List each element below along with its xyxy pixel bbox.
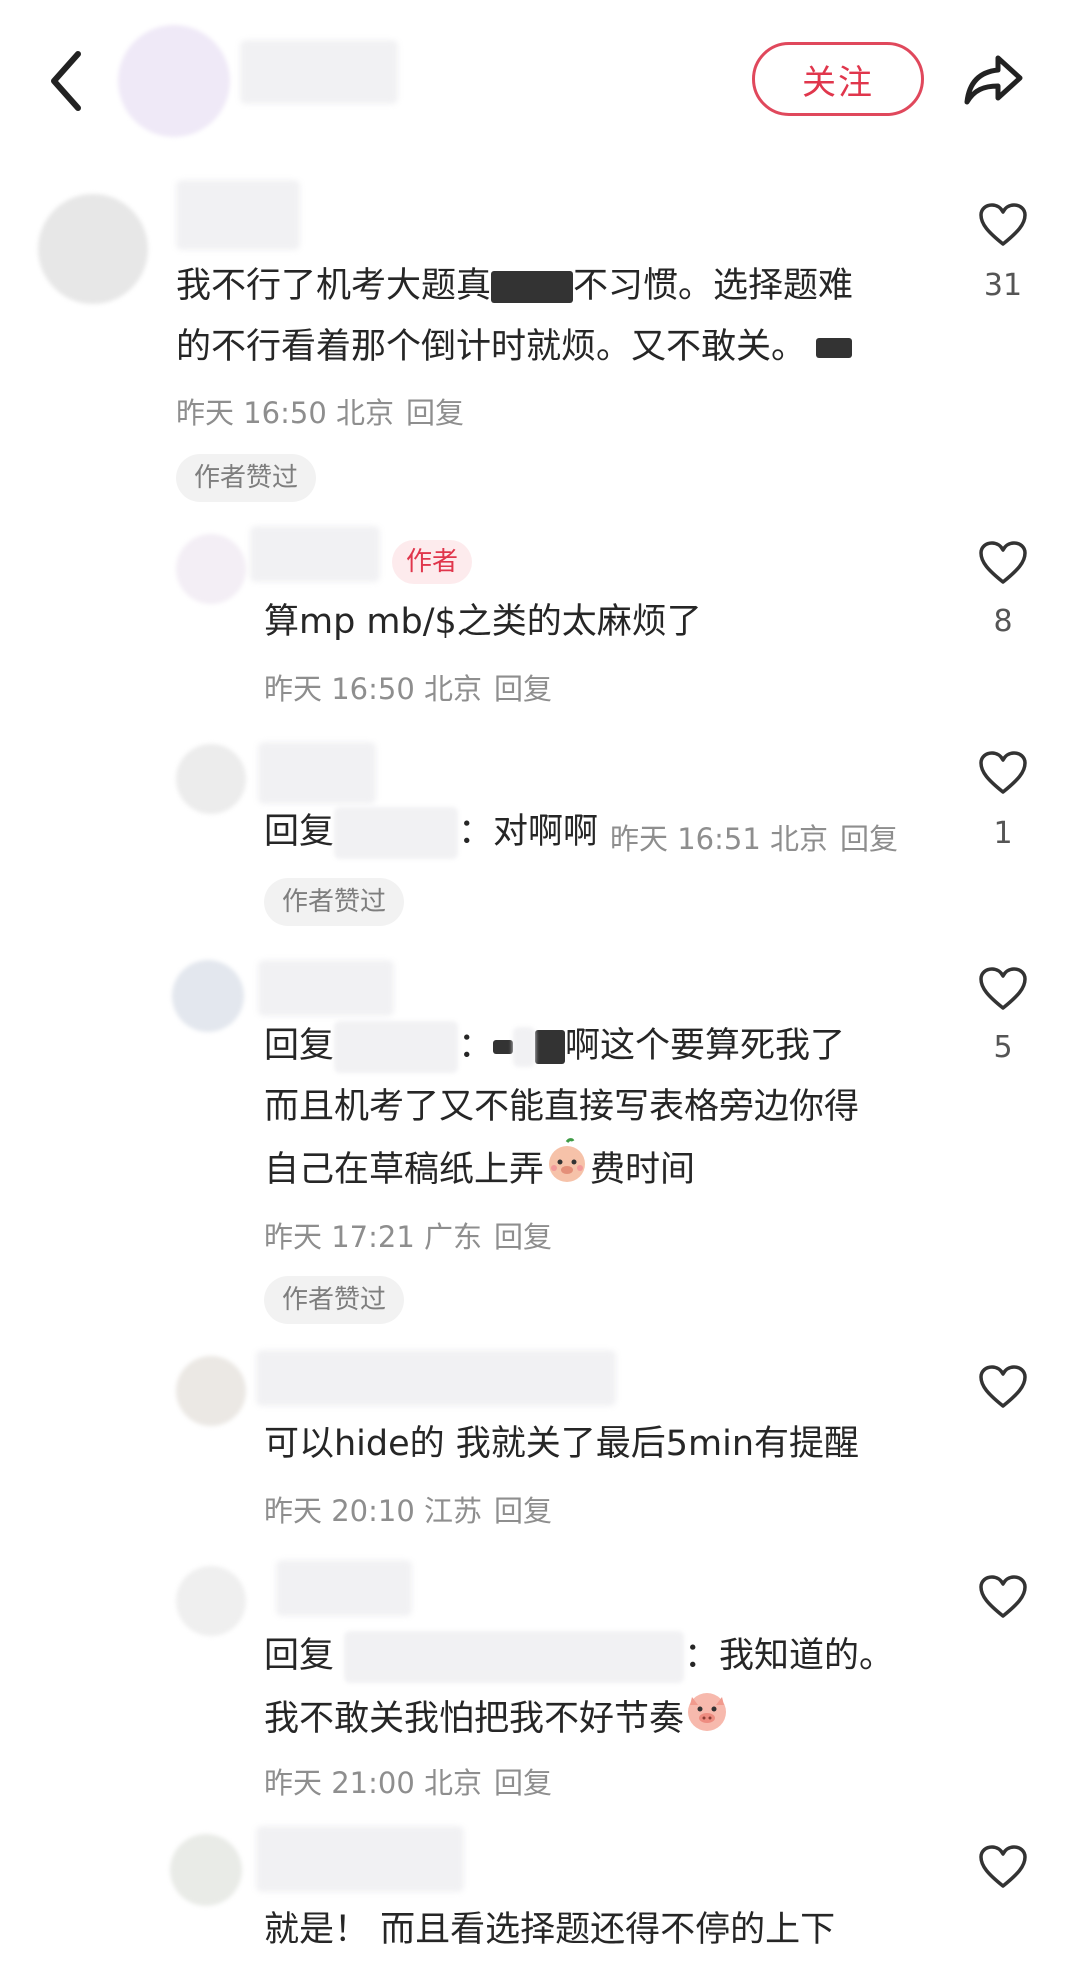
heart-icon[interactable]	[978, 540, 1028, 586]
heart-icon[interactable]	[978, 966, 1028, 1012]
redacted-mark	[535, 1030, 566, 1064]
heart-icon[interactable]	[978, 750, 1028, 796]
commenter-avatar[interactable]	[176, 1356, 246, 1426]
author-liked-badge: 作者赞过	[264, 878, 405, 926]
comment-meta: 昨天 16:50 北京 回复	[176, 396, 465, 430]
reply-prefix: 回复	[264, 1636, 335, 1676]
commenter-avatar[interactable]	[176, 744, 246, 814]
commenter-avatar[interactable]	[176, 1566, 246, 1636]
header-username[interactable]	[240, 40, 398, 104]
comment-text: 算mp mb/$之类的太麻烦了	[264, 602, 702, 642]
header-avatar[interactable]	[118, 25, 230, 137]
like-count: 8	[993, 604, 1013, 639]
commenter-avatar[interactable]	[172, 960, 244, 1032]
commenter-name[interactable]	[256, 1826, 464, 1892]
comment-meta: 昨天 21:00 北京 回复	[264, 1766, 553, 1800]
commenter-avatar[interactable]	[176, 534, 246, 604]
reply-button[interactable]: 回复	[494, 1494, 552, 1528]
like-count: 5	[993, 1030, 1013, 1065]
comment-text: 就是！ 而且看选择题还得不停的上下	[264, 1910, 836, 1950]
heart-icon[interactable]	[978, 1574, 1028, 1620]
reply-prefix: 回复	[264, 812, 335, 852]
comment-text: 可以hide的 我就关了最后5min有提醒	[264, 1424, 860, 1464]
comment-text: 回复 ：对啊啊	[264, 802, 598, 863]
comment-meta: 昨天 20:10 江苏 回复	[264, 1494, 553, 1528]
mentioned-user[interactable]	[334, 1021, 459, 1073]
redacted-mark	[513, 1027, 536, 1067]
comment-meta: 昨天 16:51 北京 回复	[610, 822, 899, 856]
commenter-avatar[interactable]	[38, 194, 148, 304]
back-chevron-icon[interactable]	[46, 46, 86, 116]
commenter-name[interactable]	[176, 180, 300, 250]
commenter-name[interactable]	[250, 526, 380, 582]
heart-icon[interactable]	[978, 1364, 1028, 1410]
commenter-name[interactable]	[258, 742, 376, 804]
heart-icon[interactable]	[978, 202, 1028, 248]
redacted-mark	[491, 271, 574, 303]
comment-text: 我不行了机考大题真 不习惯。选择题难 的不行看着那个倒计时就烦。又不敢关。	[176, 266, 854, 367]
comment-meta: 昨天 17:21 广东 回复	[264, 1220, 553, 1254]
author-tag: 作者	[392, 540, 473, 584]
author-liked-badge: 作者赞过	[176, 454, 317, 502]
redacted-mark	[816, 338, 853, 358]
reply-button[interactable]: 回复	[494, 672, 552, 706]
comment-text: 回复：啊这个要算死我了 而且机考了又不能直接写表格旁边你得 自己在草稿纸上弄 费…	[264, 1016, 859, 1204]
like-count: 31	[983, 268, 1023, 303]
pig-face-icon	[544, 1138, 590, 1204]
reply-button[interactable]: 回复	[840, 822, 898, 856]
like-count: 1	[993, 816, 1013, 851]
reply-prefix: 回复	[264, 1026, 335, 1066]
mentioned-user[interactable]	[334, 807, 459, 859]
reply-button[interactable]: 回复	[494, 1220, 552, 1254]
author-liked-badge: 作者赞过	[264, 1276, 405, 1324]
commenter-name[interactable]	[258, 960, 394, 1016]
heart-icon[interactable]	[978, 1844, 1028, 1890]
commenter-avatar[interactable]	[170, 1834, 242, 1906]
reply-button[interactable]: 回复	[494, 1766, 552, 1800]
redacted-mark	[493, 1040, 514, 1054]
reply-button[interactable]: 回复	[406, 396, 464, 430]
follow-button[interactable]: 关注	[752, 42, 924, 116]
commenter-name[interactable]	[276, 1560, 412, 1616]
pig-face-icon	[684, 1687, 730, 1753]
commenter-name[interactable]	[256, 1350, 616, 1406]
mentioned-user[interactable]	[344, 1631, 685, 1683]
comment-meta: 昨天 16:50 北京 回复	[264, 672, 553, 706]
share-icon[interactable]	[962, 52, 1024, 108]
comment-text: 回复 ：我知道的。 我不敢关我怕把我不好节奏	[264, 1626, 894, 1753]
